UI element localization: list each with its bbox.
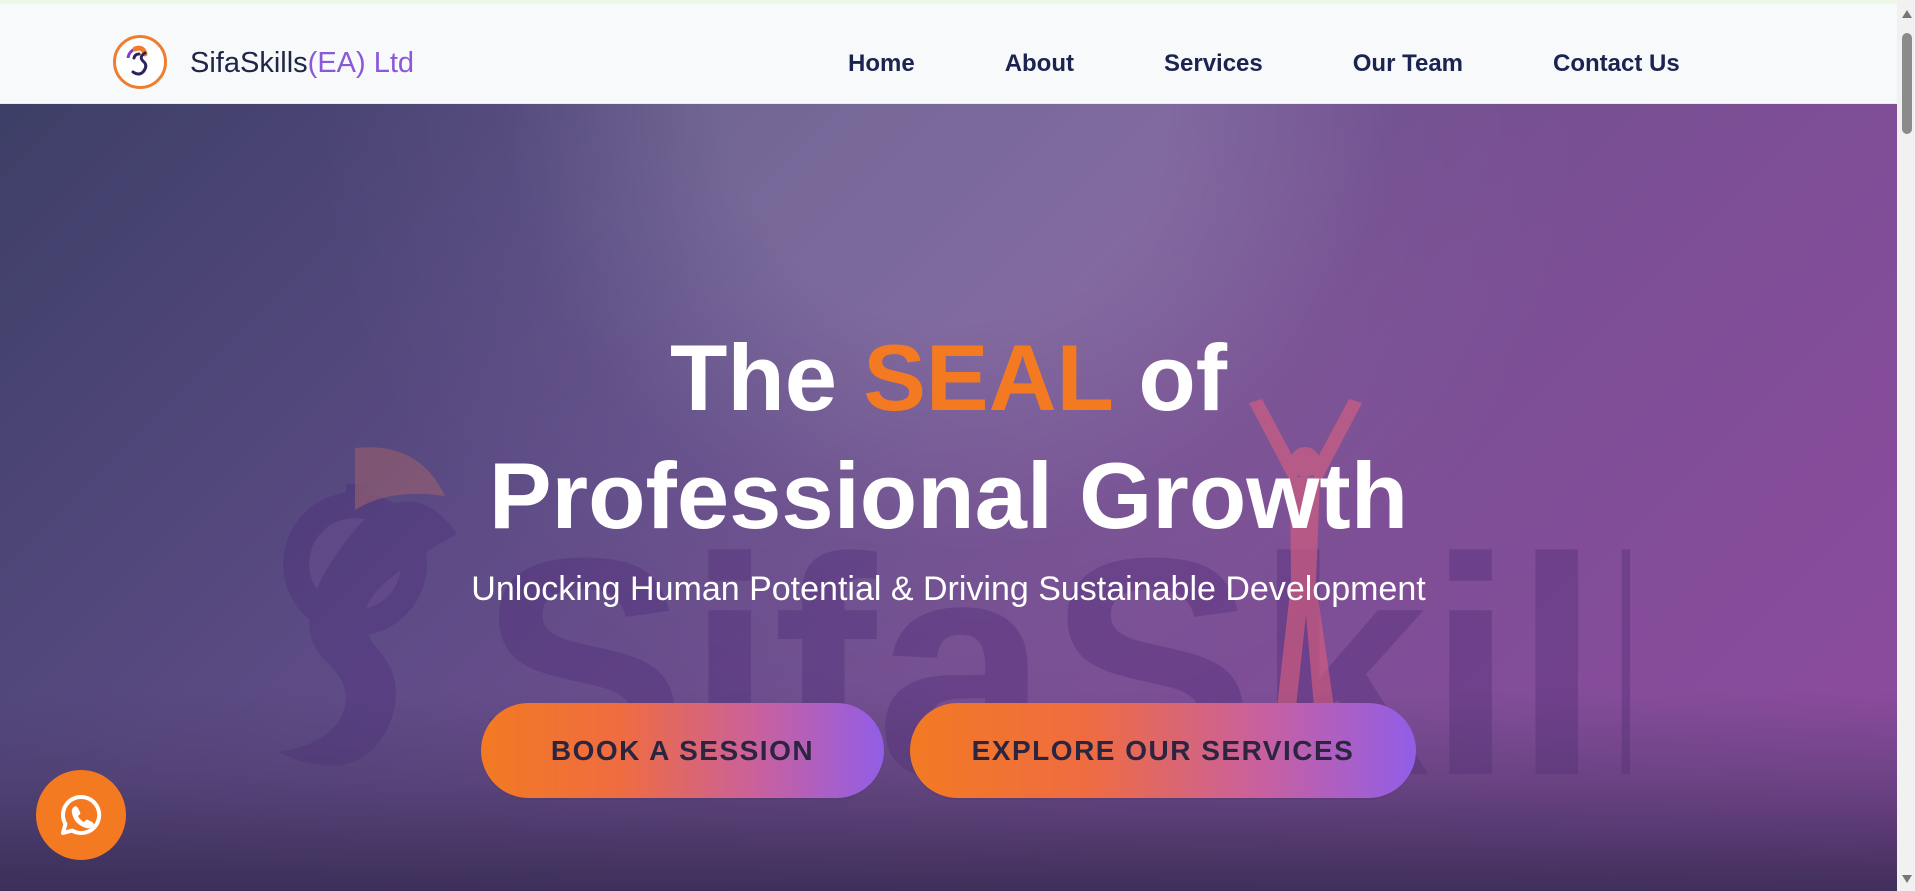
brand-suffix: (EA) Ltd [307, 47, 415, 79]
nav-services[interactable]: Services [1164, 49, 1263, 79]
headline-word-of: of [1138, 325, 1228, 430]
nav-contact-us[interactable]: Contact Us [1553, 49, 1680, 79]
headline-word-the: The [669, 325, 838, 430]
hero-subheadline: Unlocking Human Potential & Driving Sust… [471, 570, 1426, 608]
scroll-down-arrow-icon[interactable] [1902, 875, 1912, 883]
main-navigation: Home About Services Our Team Contact Us [848, 49, 1680, 79]
brand-name[interactable]: SifaSkills(EA) Ltd [190, 46, 414, 80]
headline-accent-word: SEAL [863, 325, 1113, 430]
hero-section: SifaSkills The SEAL of Professional Grow… [0, 104, 1897, 891]
explore-services-button[interactable]: EXPLORE OUR SERVICES [910, 703, 1416, 798]
scrollbar-thumb[interactable] [1902, 33, 1912, 134]
nav-our-team[interactable]: Our Team [1353, 49, 1463, 79]
sifaskills-logo-icon[interactable] [113, 35, 167, 89]
brand-main: SifaSkills [190, 47, 308, 79]
nav-about[interactable]: About [1005, 49, 1074, 79]
book-session-button[interactable]: BOOK A SESSION [481, 703, 884, 798]
nav-home[interactable]: Home [848, 49, 915, 79]
whatsapp-icon[interactable] [36, 770, 126, 860]
site-header: SifaSkills(EA) Ltd Home About Services O… [0, 4, 1897, 104]
hero-headline-line-2: Professional Growth [488, 443, 1409, 548]
scroll-up-arrow-icon[interactable] [1902, 10, 1912, 18]
hero-headline-line-1: The SEAL of [0, 322, 1897, 434]
